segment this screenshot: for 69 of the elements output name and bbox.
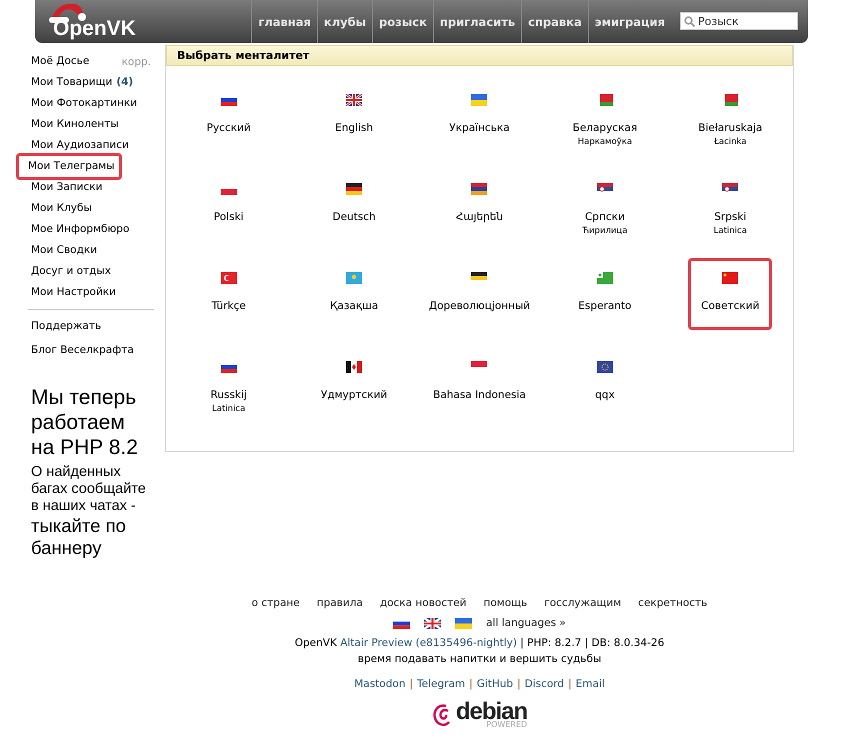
language-option[interactable]: Српски Ћирилица xyxy=(571,169,638,241)
search-icon xyxy=(684,16,695,27)
separator: | xyxy=(568,678,572,690)
flag-icon xyxy=(596,272,613,284)
sidebar-link[interactable]: Поддержать xyxy=(0,313,155,340)
flag-icon xyxy=(346,94,362,106)
language-option[interactable]: Қазақша xyxy=(318,258,390,330)
social-link[interactable]: Telegram xyxy=(417,678,466,690)
nav-link[interactable]: клубы xyxy=(316,0,372,43)
language-option[interactable]: Українська xyxy=(438,80,521,152)
all-languages-link[interactable]: all languages » xyxy=(486,617,566,629)
banner-text[interactable]: тыкайте по баннеру xyxy=(31,515,156,559)
language-option[interactable]: Bahasa Indonesia xyxy=(422,347,537,419)
language-option[interactable]: Biełaruskaja Łacinka xyxy=(687,80,774,152)
flag-icon[interactable] xyxy=(455,618,472,628)
language-option[interactable]: Deutsch xyxy=(321,169,387,241)
footer-link[interactable]: секретность xyxy=(638,597,708,609)
social-link[interactable]: Mastodon xyxy=(354,678,406,690)
nav-link[interactable]: главная xyxy=(251,0,317,43)
language-option[interactable]: Polski xyxy=(202,169,255,241)
flag-icon xyxy=(596,361,613,373)
version-link[interactable]: Altair Preview (e8135496-nightly) xyxy=(340,637,517,649)
flag-icon xyxy=(596,94,613,106)
sidebar-link[interactable]: Блог Веселкрафта xyxy=(0,337,155,364)
language-option[interactable]: Հայերեն xyxy=(444,169,514,241)
footer-link[interactable]: доска новостей xyxy=(380,597,466,609)
social-link[interactable]: Discord xyxy=(524,678,564,690)
social-link[interactable]: Email xyxy=(576,678,605,690)
flag-icon[interactable] xyxy=(424,618,442,628)
banner-text[interactable]: О найденных багах сообщайте в наших чатах - xyxy=(31,464,156,515)
separator: | xyxy=(409,678,414,690)
motto-text: время подавать напитки и вершить судьбы xyxy=(358,653,602,665)
flag-icon xyxy=(220,272,237,284)
version-text: OpenVK Altair Preview (e8135496-nightly) | PHP: 8.2.7 | DB: 8.0.34-26 xyxy=(294,637,664,649)
footer-link[interactable]: правила xyxy=(316,597,363,609)
flag-icon xyxy=(346,272,362,284)
flag-icon xyxy=(471,94,488,106)
language-option[interactable]: Советский xyxy=(688,258,772,330)
language-option[interactable]: Дореволюцjонный xyxy=(418,258,542,330)
flag-icon xyxy=(722,272,738,284)
nav-link[interactable]: розыск xyxy=(372,0,433,43)
flag-icon xyxy=(346,361,362,373)
nav-link[interactable]: пригласить xyxy=(432,0,522,43)
logo[interactable]: OpenVK xyxy=(53,16,136,40)
search-field[interactable]: Розыск xyxy=(680,12,798,30)
language-option[interactable]: Russkij Latinica xyxy=(200,347,258,419)
flag-icon xyxy=(722,94,738,106)
separator: | xyxy=(469,678,473,690)
language-option[interactable]: Türkçe xyxy=(200,258,257,330)
panel-title: Выбрать менталитет xyxy=(166,45,793,66)
language-option[interactable]: qqx xyxy=(584,347,626,419)
nav-link[interactable]: эмиграция xyxy=(588,0,671,43)
footer-link[interactable]: помощь xyxy=(484,597,528,609)
language-option[interactable]: Srpski Latinica xyxy=(702,169,758,241)
sidebar-link[interactable]: Мои Телеграмы xyxy=(16,153,122,180)
flag-icon xyxy=(471,183,488,195)
powered-label: POWERED xyxy=(486,721,528,729)
language-option[interactable]: English xyxy=(324,80,384,152)
footer-link[interactable]: госслужащим xyxy=(544,597,622,609)
nav-link[interactable]: справка xyxy=(521,0,588,43)
language-option[interactable]: Русский xyxy=(196,80,262,152)
flag-icon xyxy=(346,183,362,195)
social-link[interactable]: GitHub xyxy=(476,678,514,690)
separator: | xyxy=(517,678,521,690)
language-option[interactable]: Беларуская Наркамоўка xyxy=(562,80,648,152)
language-option[interactable]: Удмуртский xyxy=(310,347,398,419)
language-option[interactable]: Esperanto xyxy=(567,258,642,330)
banner-headline[interactable]: Мы теперь работаем на PHP 8.2 xyxy=(31,385,143,460)
footer-link[interactable]: о стране xyxy=(252,597,300,609)
